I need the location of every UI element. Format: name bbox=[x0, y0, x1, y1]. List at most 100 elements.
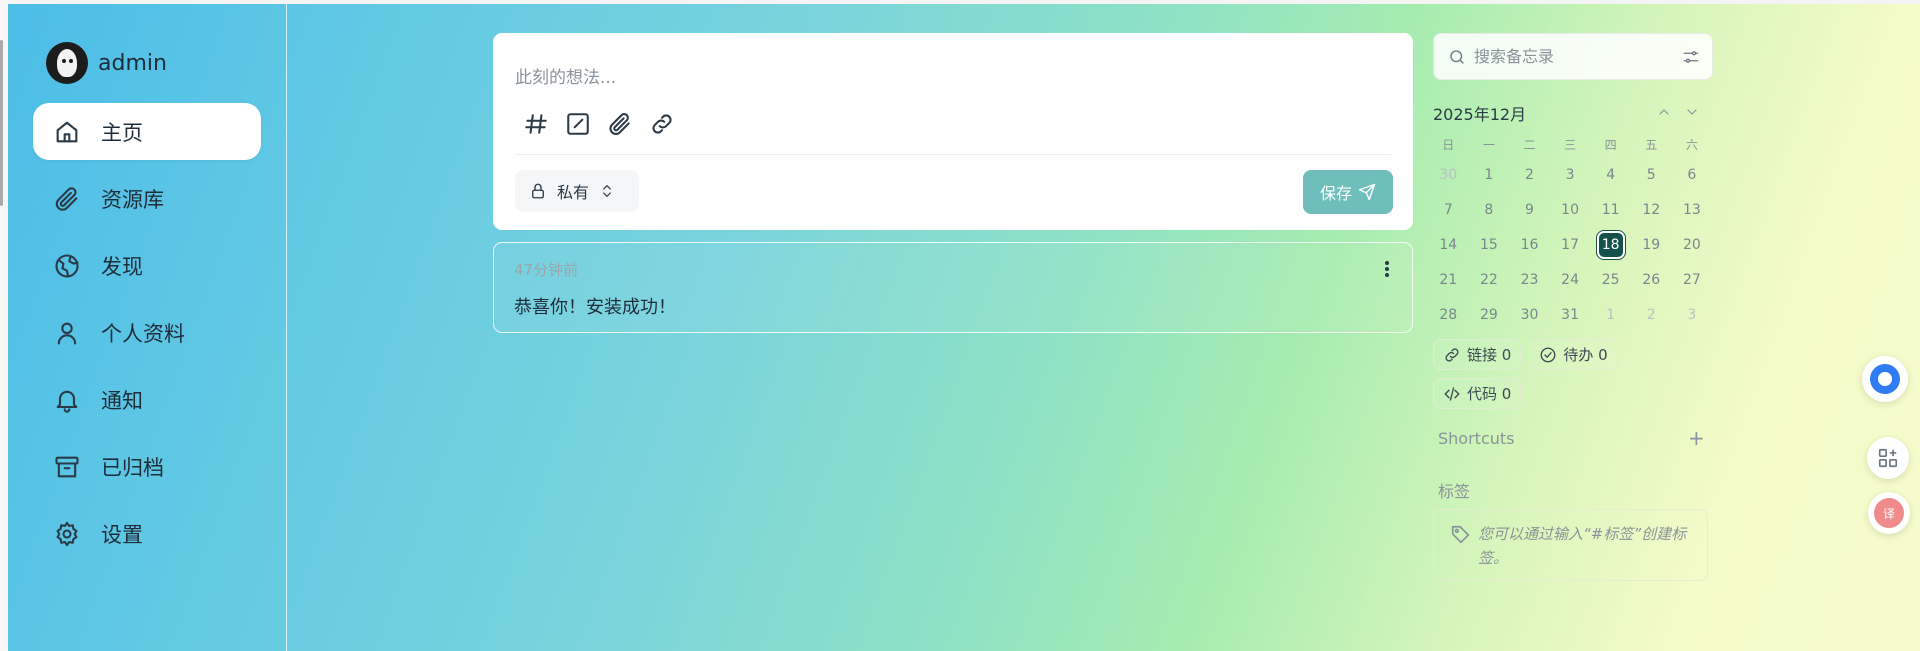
stat-code[interactable]: 代码 0 bbox=[1433, 378, 1522, 409]
calendar-day[interactable]: 27 bbox=[1672, 262, 1713, 297]
calendar-day[interactable]: 17 bbox=[1550, 227, 1591, 262]
calendar-day[interactable]: 16 bbox=[1509, 227, 1550, 262]
sidebar-item-home[interactable]: 主页 bbox=[33, 103, 261, 160]
calendar-day[interactable]: 23 bbox=[1509, 262, 1550, 297]
calendar-day[interactable]: 8 bbox=[1469, 192, 1510, 227]
calendar-day[interactable]: 26 bbox=[1631, 262, 1672, 297]
calendar-day[interactable]: 4 bbox=[1590, 157, 1631, 192]
bell-icon bbox=[56, 390, 78, 413]
send-icon bbox=[1358, 183, 1376, 201]
stat-links[interactable]: 链接 0 bbox=[1433, 339, 1522, 370]
sidebar-item-settings[interactable]: 设置 bbox=[33, 505, 261, 562]
editor-divider bbox=[515, 154, 1391, 155]
calendar-day[interactable]: 1 bbox=[1590, 297, 1631, 332]
home-icon bbox=[56, 121, 78, 142]
chevron-updown-icon bbox=[603, 185, 611, 197]
filter-icon[interactable] bbox=[1682, 48, 1700, 66]
memo-editor: 此刻的想法... 私有 保存 bbox=[493, 33, 1413, 230]
calendar-day[interactable]: 24 bbox=[1550, 262, 1591, 297]
sidebar-item-resources[interactable]: 资源库 bbox=[33, 170, 261, 227]
floating-translate-button[interactable]: 译 bbox=[1868, 492, 1910, 534]
calendar-day[interactable]: 9 bbox=[1509, 192, 1550, 227]
calendar-day[interactable]: 3 bbox=[1672, 297, 1713, 332]
tags-title: 标签 bbox=[1438, 482, 1471, 501]
sidebar-nav: 主页 资源库 发现 个人资料 通知 已归档 设置 bbox=[33, 103, 261, 572]
calendar-day[interactable]: 2 bbox=[1509, 157, 1550, 192]
visibility-select[interactable]: 私有 bbox=[515, 170, 639, 212]
more-icon[interactable] bbox=[1384, 261, 1390, 279]
apps-add-icon bbox=[1878, 448, 1898, 468]
memo-content: 恭喜你！安装成功！ bbox=[514, 297, 676, 318]
calendar-weekday: 四 bbox=[1604, 137, 1617, 152]
window-left-edge bbox=[0, 0, 8, 651]
code-icon bbox=[1444, 386, 1460, 401]
calendar-day[interactable]: 21 bbox=[1428, 262, 1469, 297]
shortcuts-title: Shortcuts bbox=[1438, 429, 1515, 448]
calendar-nav bbox=[1656, 104, 1700, 120]
floating-apps-button[interactable] bbox=[1867, 437, 1909, 479]
calendar-title: 2025年12月 bbox=[1433, 105, 1527, 124]
sidebar-item-profile[interactable]: 个人资料 bbox=[33, 304, 261, 361]
calendar-day[interactable]: 29 bbox=[1469, 297, 1510, 332]
add-shortcut-button[interactable]: + bbox=[1688, 428, 1705, 448]
calendar-day[interactable]: 10 bbox=[1550, 192, 1591, 227]
globe-icon bbox=[55, 253, 79, 278]
link-icon[interactable] bbox=[649, 111, 675, 137]
calendar-day[interactable]: 1 bbox=[1469, 157, 1510, 192]
calendar-day[interactable]: 12 bbox=[1631, 192, 1672, 227]
calendar-weekday: 一 bbox=[1482, 137, 1495, 152]
memo-card: 47分钟前 恭喜你！安装成功！ bbox=[493, 242, 1413, 333]
user-menu[interactable]: admin bbox=[46, 42, 167, 84]
memo-input[interactable]: 此刻的想法... bbox=[515, 63, 616, 88]
memo-time: 47分钟前 bbox=[514, 261, 579, 279]
paperclip-icon bbox=[55, 186, 78, 211]
save-button[interactable]: 保存 bbox=[1303, 170, 1393, 214]
calendar-day[interactable]: 30 bbox=[1428, 157, 1469, 192]
editor-toolbar bbox=[523, 111, 675, 137]
assistant-icon bbox=[1870, 364, 1900, 394]
window-top-edge bbox=[0, 0, 1920, 4]
stat-todo[interactable]: 待办 0 bbox=[1529, 339, 1618, 370]
sidebar-item-label: 发现 bbox=[101, 254, 143, 279]
paperclip-icon[interactable] bbox=[607, 111, 633, 137]
calendar-day[interactable]: 22 bbox=[1469, 262, 1510, 297]
calendar-day[interactable]: 31 bbox=[1550, 297, 1591, 332]
calendar-day[interactable]: 19 bbox=[1631, 227, 1672, 262]
calendar-day[interactable]: 5 bbox=[1631, 157, 1672, 192]
calendar-day[interactable]: 30 bbox=[1509, 297, 1550, 332]
calendar-weekday: 二 bbox=[1523, 137, 1536, 152]
checkbox-icon[interactable] bbox=[565, 111, 591, 137]
floating-assistant-button[interactable] bbox=[1862, 356, 1908, 402]
calendar-day[interactable]: 25 bbox=[1590, 262, 1631, 297]
calendar-day[interactable]: 28 bbox=[1428, 297, 1469, 332]
scroll-mark bbox=[0, 40, 3, 206]
tags-icon bbox=[1451, 525, 1470, 544]
gear-icon bbox=[56, 521, 78, 546]
chevron-up-icon[interactable] bbox=[1656, 104, 1672, 120]
calendar-day[interactable]: 7 bbox=[1428, 192, 1469, 227]
calendar-day[interactable]: 15 bbox=[1469, 227, 1510, 262]
calendar-day[interactable]: 14 bbox=[1428, 227, 1469, 262]
calendar-day[interactable]: 20 bbox=[1672, 227, 1713, 262]
calendar-weekday: 五 bbox=[1645, 137, 1658, 152]
check-circle-icon bbox=[1540, 347, 1556, 362]
sidebar-item-explore[interactable]: 发现 bbox=[33, 237, 261, 294]
hash-icon[interactable] bbox=[523, 111, 549, 137]
calendar-day[interactable]: 11 bbox=[1590, 192, 1631, 227]
stats: 链接 0 待办 0 代码 0 bbox=[1433, 339, 1703, 409]
calendar-day[interactable]: 3 bbox=[1550, 157, 1591, 192]
sidebar-item-label: 个人资料 bbox=[101, 321, 185, 346]
search-input[interactable] bbox=[1474, 47, 1664, 66]
chevron-down-icon[interactable] bbox=[1684, 104, 1700, 120]
calendar-day[interactable]: 2 bbox=[1631, 297, 1672, 332]
calendar-day[interactable]: 6 bbox=[1672, 157, 1713, 192]
sidebar-item-notifications[interactable]: 通知 bbox=[33, 371, 261, 428]
archive-icon bbox=[55, 456, 79, 477]
calendar-weekday: 六 bbox=[1685, 137, 1698, 152]
calendar-day-today[interactable]: 18 bbox=[1590, 227, 1631, 262]
tags-hint: 您可以通过输入“#标签”创建标签。 bbox=[1478, 525, 1687, 567]
sidebar-item-label: 设置 bbox=[101, 522, 143, 547]
sidebar-item-archived[interactable]: 已归档 bbox=[33, 438, 261, 495]
calendar-day[interactable]: 13 bbox=[1672, 192, 1713, 227]
stat-label: 待办 0 bbox=[1563, 346, 1608, 364]
